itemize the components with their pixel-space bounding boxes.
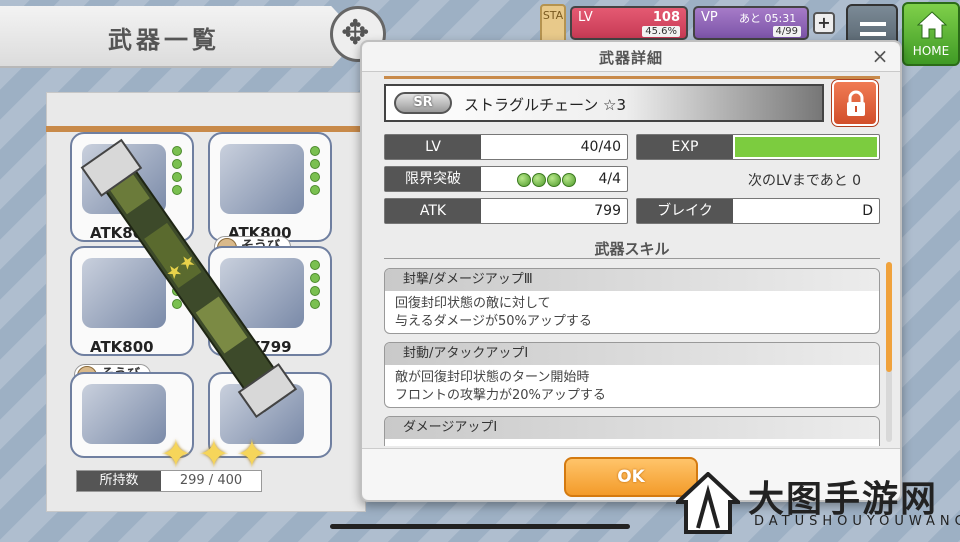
limit-break-orb-icon [517, 173, 531, 187]
weapon-name-bar: SR ストラグルチェーン ☆3 [384, 84, 824, 122]
skills-heading: 武器スキル [594, 240, 670, 258]
owned-value: 299 / 400 [179, 473, 243, 488]
limit-break-orb-icon [562, 173, 576, 187]
level-row: LV 40/40 [384, 134, 628, 160]
scrollbar-thumb[interactable] [886, 262, 892, 372]
skill-title: 封撃/ダメージアップⅢ [385, 269, 879, 291]
watermark-logo-icon [676, 472, 740, 534]
weapon-art-image: ★★ [80, 138, 298, 419]
atk-row: ATK 799 [384, 198, 628, 224]
atk-label: ATK [385, 199, 481, 223]
skill-description: 敵が回復封印状態のターン開始時 フロントの攻撃力が20%アップする [395, 370, 606, 403]
exp-label: EXP [637, 135, 733, 159]
owned-count-bar: 所持数 299 / 400 [76, 470, 262, 492]
skill-title: ダメージアップⅠ [385, 417, 879, 439]
player-level-box: LV 108 45.6% [570, 6, 688, 40]
break-label: ブレイク [637, 199, 733, 223]
vp-label: VP [701, 10, 718, 25]
rarity-badge: SR [394, 92, 452, 114]
break-row: ブレイク D [636, 198, 880, 224]
skills-list[interactable]: 封撃/ダメージアップⅢ 回復封印状態の敵に対して 与えるダメージが50%アップす… [384, 268, 880, 446]
skill-title: 封動/アタックアップⅠ [385, 343, 879, 365]
skill-card: 封動/アタックアップⅠ 敵が回復封印状態のターン開始時 フロントの攻撃力が20%… [384, 342, 880, 408]
vp-box: VP あと 05:31 4/99 [693, 6, 809, 40]
skills-scrollbar[interactable] [886, 262, 892, 442]
lock-icon [847, 90, 865, 116]
weapon-name: ストラグルチェーン ☆3 [464, 96, 627, 114]
menu-icon [860, 22, 886, 26]
skill-description: 回復封印状態の敵に対して 与えるダメージが50%アップする [395, 296, 592, 329]
limit-break-row: 限界突破 4/4 [384, 166, 628, 192]
watermark: 大图手游网 DATUSHOUYOUWANG [672, 470, 960, 542]
next-level-text: 次のLVまであと 0 [748, 173, 862, 189]
vp-count: 4/99 [772, 26, 801, 37]
lv-exp-percent: 45.6% [642, 26, 680, 37]
level-label: LV [385, 135, 481, 159]
close-button[interactable]: × [868, 43, 892, 69]
dialog-title: 武器詳細 [598, 49, 663, 67]
skills-section-header: 武器スキル [384, 238, 880, 259]
owned-label: 所持数 [77, 471, 161, 491]
limit-break-orb-icon [547, 173, 561, 187]
dialog-header: 武器詳細 × [362, 42, 900, 72]
limit-break-value: 4/4 [598, 171, 621, 187]
lock-button[interactable] [831, 79, 879, 127]
exp-progress-fill [735, 137, 877, 157]
exp-row: EXP [636, 134, 880, 160]
limit-break-label: 限界突破 [385, 167, 481, 191]
lv-value: 108 [652, 10, 680, 25]
limit-break-orb-icon [532, 173, 546, 187]
add-vp-button[interactable]: + [813, 12, 835, 34]
home-button[interactable]: HOME [902, 2, 960, 66]
limit-break-orbs [517, 172, 577, 191]
break-value: D [862, 203, 873, 219]
divider [384, 76, 880, 79]
atk-value: 799 [594, 203, 621, 219]
home-icon [917, 11, 947, 39]
home-indicator[interactable] [330, 524, 630, 529]
watermark-subtext: DATUSHOUYOUWANG [754, 514, 960, 529]
level-value: 40/40 [580, 139, 621, 155]
page-title: 武器一覧 [108, 26, 220, 54]
skill-card: 封撃/ダメージアップⅢ 回復封印状態の敵に対して 与えるダメージが50%アップす… [384, 268, 880, 334]
vp-timer: あと 05:31 [739, 12, 797, 25]
weapon-detail-dialog: 武器詳細 × SR ストラグルチェーン ☆3 LV 40/40 EXP 限界突破… [360, 40, 902, 502]
exp-progress-bar [735, 137, 877, 157]
home-label: HOME [912, 44, 950, 58]
lv-label: LV [578, 10, 593, 25]
skill-card: ダメージアップⅠ [384, 416, 880, 446]
